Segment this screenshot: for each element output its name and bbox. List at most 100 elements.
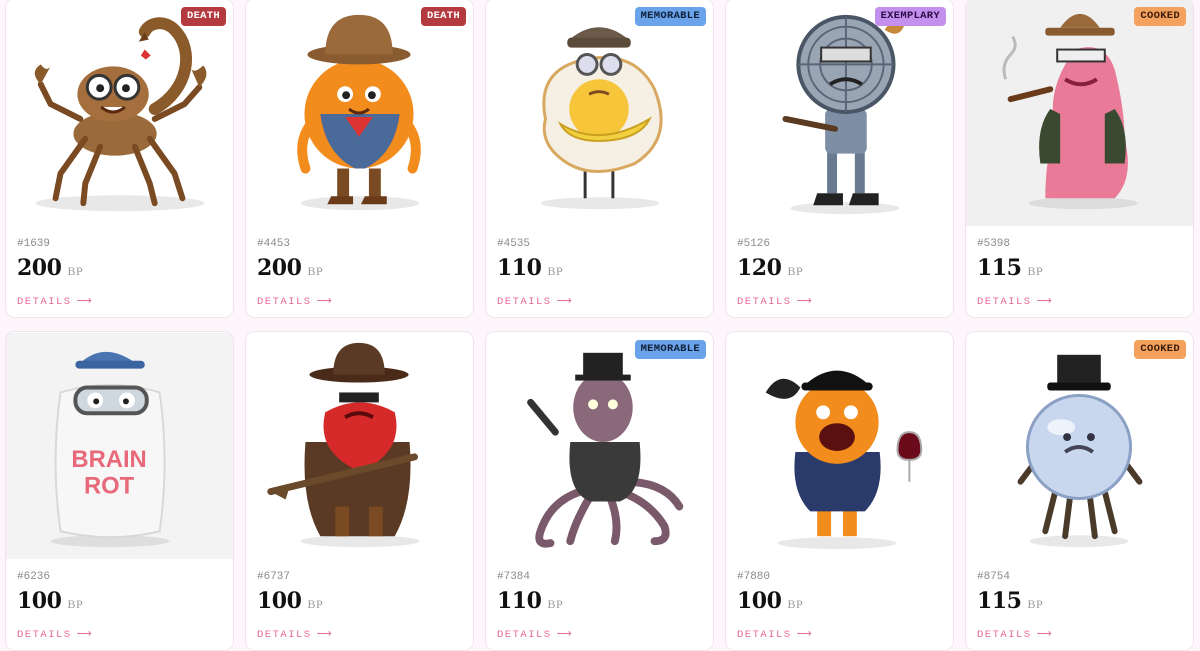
- details-label: DETAILS: [497, 296, 552, 308]
- pink-sausage-artwork[interactable]: [966, 0, 1193, 227]
- price-unit: BP: [787, 597, 804, 611]
- nft-card[interactable]: COOKED #5398 115 BP DETAILS ⟶: [965, 0, 1194, 318]
- arrow-right-icon: ⟶: [556, 629, 572, 641]
- price-value: 115: [977, 255, 1022, 281]
- price-value: 100: [737, 588, 782, 614]
- price-unit: BP: [307, 264, 324, 278]
- strawberry-artwork[interactable]: [246, 332, 473, 560]
- nft-card[interactable]: #6737 100 BP DETAILS ⟶: [245, 331, 474, 651]
- price-value: 100: [257, 588, 302, 614]
- details-link[interactable]: DETAILS ⟶: [497, 628, 572, 641]
- nft-card[interactable]: DEATH #1639 200 BP DETAILS ⟶: [5, 0, 234, 318]
- arrow-right-icon: ⟶: [76, 629, 92, 641]
- details-label: DETAILS: [737, 296, 792, 308]
- details-link[interactable]: DETAILS ⟶: [737, 295, 812, 308]
- nft-card[interactable]: BRAIN ROT #6236 100 BP DETAILS ⟶: [5, 331, 234, 651]
- details-link[interactable]: DETAILS ⟶: [977, 295, 1052, 308]
- rarity-badge: EXEMPLARY: [874, 7, 946, 26]
- price: 100 BP: [17, 588, 83, 614]
- price: 110 BP: [497, 588, 563, 614]
- collection-grid: DEATH #1639 200 BP DETAILS ⟶ DEATH #4453 2…: [5, 0, 1194, 651]
- details-label: DETAILS: [977, 629, 1032, 641]
- token-id: #6737: [257, 571, 291, 583]
- arrow-right-icon: ⟶: [556, 296, 572, 308]
- token-id: #7880: [737, 571, 771, 583]
- arrow-right-icon: ⟶: [76, 296, 92, 308]
- details-link[interactable]: DETAILS ⟶: [977, 628, 1052, 641]
- price: 115 BP: [977, 255, 1043, 281]
- price-value: 200: [17, 255, 62, 281]
- price-value: 100: [17, 588, 62, 614]
- token-id: #4535: [497, 238, 531, 250]
- octopus-artwork[interactable]: [486, 332, 713, 560]
- arrow-right-icon: ⟶: [316, 629, 332, 641]
- price-value: 110: [497, 255, 542, 281]
- price-value: 115: [977, 588, 1022, 614]
- rarity-badge: COOKED: [1134, 340, 1186, 359]
- token-id: #6236: [17, 571, 51, 583]
- fried-egg-artwork[interactable]: [486, 0, 713, 227]
- nft-card[interactable]: #7880 100 BP DETAILS ⟶: [725, 331, 954, 651]
- rarity-badge: DEATH: [420, 7, 466, 26]
- price: 115 BP: [977, 588, 1043, 614]
- token-id: #4453: [257, 238, 291, 250]
- arrow-right-icon: ⟶: [316, 296, 332, 308]
- nft-card[interactable]: COOKED #8754 115 BP DETAILS ⟶: [965, 331, 1194, 651]
- details-link[interactable]: DETAILS ⟶: [17, 628, 92, 641]
- arrow-right-icon: ⟶: [1036, 629, 1052, 641]
- token-id: #1639: [17, 238, 51, 250]
- details-label: DETAILS: [17, 296, 72, 308]
- rarity-badge: DEATH: [180, 7, 226, 26]
- details-label: DETAILS: [977, 296, 1032, 308]
- token-id: #7384: [497, 571, 531, 583]
- details-label: DETAILS: [497, 629, 552, 641]
- orange-crow-artwork[interactable]: [726, 332, 953, 560]
- token-id: #5398: [977, 238, 1011, 250]
- price-unit: BP: [67, 597, 84, 611]
- crystal-ball-artwork[interactable]: [966, 332, 1193, 560]
- details-link[interactable]: DETAILS ⟶: [257, 295, 332, 308]
- rarity-badge: COOKED: [1134, 7, 1186, 26]
- arrow-right-icon: ⟶: [796, 296, 812, 308]
- price: 100 BP: [257, 588, 323, 614]
- details-link[interactable]: DETAILS ⟶: [737, 628, 812, 641]
- token-id: #5126: [737, 238, 771, 250]
- price: 110 BP: [497, 255, 563, 281]
- details-link[interactable]: DETAILS ⟶: [17, 295, 92, 308]
- shirt-text-line2: ROT: [84, 473, 135, 500]
- details-link[interactable]: DETAILS ⟶: [497, 295, 572, 308]
- price-unit: BP: [787, 264, 804, 278]
- token-id: #8754: [977, 571, 1011, 583]
- price: 200 BP: [257, 255, 323, 281]
- price-value: 120: [737, 255, 782, 281]
- scorpion-artwork[interactable]: [6, 0, 233, 227]
- details-link[interactable]: DETAILS ⟶: [257, 628, 332, 641]
- nft-card[interactable]: MEMORABLE #4535 110 BP DETAILS ⟶: [485, 0, 714, 318]
- price-unit: BP: [1027, 264, 1044, 278]
- shirt-text-line1: BRAIN: [71, 446, 146, 473]
- nft-card[interactable]: MEMORABLE #7384 110 BP DETAILS ⟶: [485, 331, 714, 651]
- price-unit: BP: [67, 264, 84, 278]
- details-label: DETAILS: [737, 629, 792, 641]
- price: 200 BP: [17, 255, 83, 281]
- nft-card[interactable]: DEATH #4453 200 BP DETAILS ⟶: [245, 0, 474, 318]
- details-label: DETAILS: [257, 296, 312, 308]
- price-unit: BP: [547, 597, 564, 611]
- price-unit: BP: [307, 597, 324, 611]
- details-label: DETAILS: [17, 629, 72, 641]
- rarity-badge: MEMORABLE: [634, 340, 706, 359]
- price-value: 110: [497, 588, 542, 614]
- price-unit: BP: [1027, 597, 1044, 611]
- pillow-artwork[interactable]: BRAIN ROT: [6, 332, 233, 560]
- price-unit: BP: [547, 264, 564, 278]
- details-label: DETAILS: [257, 629, 312, 641]
- price: 120 BP: [737, 255, 803, 281]
- orange-cowboy-artwork[interactable]: [246, 0, 473, 227]
- price: 100 BP: [737, 588, 803, 614]
- nft-card[interactable]: EXEMPLARY #5126 120 BP DETAILS ⟶: [725, 0, 954, 318]
- arrow-right-icon: ⟶: [1036, 296, 1052, 308]
- price-value: 200: [257, 255, 302, 281]
- arrow-right-icon: ⟶: [796, 629, 812, 641]
- electric-fan-artwork[interactable]: [726, 0, 953, 227]
- rarity-badge: MEMORABLE: [634, 7, 706, 26]
